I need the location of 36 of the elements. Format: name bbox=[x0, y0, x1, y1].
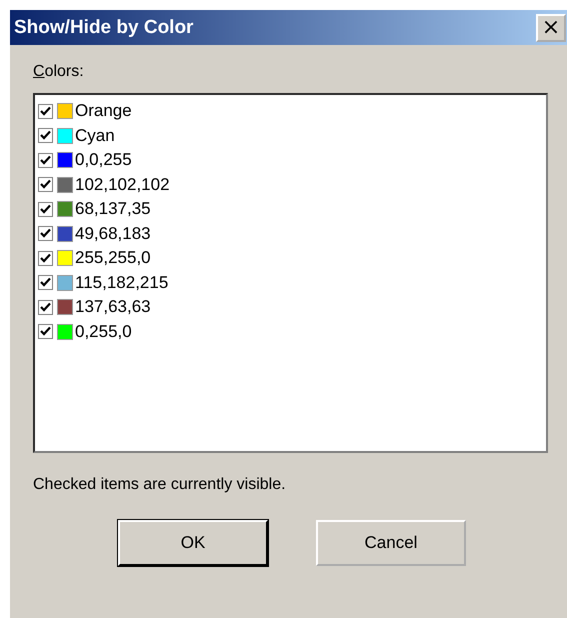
color-item-label[interactable]: 49,68,183 bbox=[75, 224, 151, 244]
window-title: Show/Hide by Color bbox=[14, 16, 194, 38]
checkbox[interactable] bbox=[38, 300, 53, 315]
checkbox[interactable] bbox=[38, 128, 53, 144]
color-item-label[interactable]: 115,182,215 bbox=[75, 272, 168, 293]
hint-text: Checked items are currently visible. bbox=[33, 476, 287, 494]
close-button[interactable]: × bbox=[536, 14, 566, 42]
color-item-label[interactable]: 255,255,0 bbox=[75, 248, 151, 268]
color-item-label[interactable]: 68,137,35 bbox=[75, 199, 151, 220]
checkbox[interactable] bbox=[38, 275, 53, 290]
check-icon bbox=[40, 326, 51, 338]
check-icon bbox=[40, 179, 51, 190]
check-icon bbox=[40, 106, 51, 117]
dialog-button[interactable]: Cancel bbox=[316, 520, 466, 566]
checkbox[interactable] bbox=[38, 104, 53, 119]
color-item-label[interactable]: 102,102,102 bbox=[75, 174, 170, 195]
colors-label: Colors: bbox=[33, 63, 85, 81]
dialog-button[interactable]: OK bbox=[118, 520, 268, 566]
checkbox[interactable] bbox=[38, 250, 53, 266]
checkbox[interactable] bbox=[38, 324, 53, 340]
color-item-label[interactable]: 137,63,63 bbox=[75, 297, 151, 318]
color-item-label[interactable]: 0,255,0 bbox=[75, 322, 132, 342]
check-icon bbox=[40, 130, 51, 142]
check-icon bbox=[40, 277, 51, 288]
check-icon bbox=[40, 228, 51, 240]
color-item-label[interactable]: Orange bbox=[75, 101, 132, 122]
checkbox[interactable] bbox=[38, 202, 53, 217]
checkbox[interactable] bbox=[38, 152, 53, 168]
check-icon bbox=[40, 302, 51, 313]
check-icon bbox=[40, 252, 51, 264]
checkbox[interactable] bbox=[38, 226, 53, 242]
checkbox[interactable] bbox=[38, 177, 53, 192]
color-item-label[interactable]: Cyan bbox=[75, 126, 115, 146]
color-item-label[interactable]: 0,0,255 bbox=[75, 150, 132, 170]
check-icon bbox=[40, 154, 51, 166]
check-icon bbox=[40, 204, 51, 215]
